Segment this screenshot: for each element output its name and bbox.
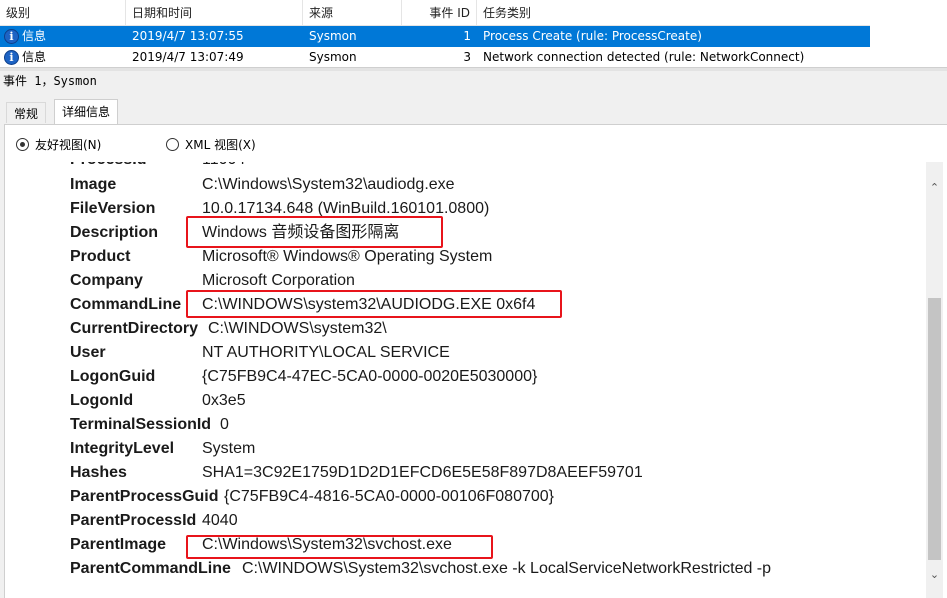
detail-key: LogonGuid — [70, 368, 156, 385]
event-level: 信息 — [22, 50, 47, 64]
event-level: 信息 — [22, 29, 47, 43]
detail-key: Company — [70, 272, 143, 289]
detail-value: NT AUTHORITY\LOCAL SERVICE — [202, 344, 450, 361]
friendly-view-radio[interactable] — [16, 138, 29, 151]
detail-value: System — [202, 440, 256, 457]
column-header-level[interactable]: 级别 — [0, 0, 126, 26]
detail-key: ParentProcessId — [70, 512, 197, 529]
detail-value: SHA1=3C92E1759D1D2D1EFCD6E5E58F897D8AEEF… — [202, 464, 643, 481]
detail-value: C:\WINDOWS\system32\AUDIODG.EXE 0x6f4 — [202, 296, 536, 313]
event-datetime: 2019/4/7 13:07:55 — [132, 29, 244, 43]
detail-key: FileVersion — [70, 200, 156, 217]
info-icon: i — [4, 29, 19, 44]
detail-key: User — [70, 344, 106, 361]
friendly-view-label: 友好视图(N) — [35, 138, 102, 152]
event-title: 事件 1，Sysmon — [3, 74, 97, 88]
detail-key: TerminalSessionId — [70, 416, 212, 433]
event-datetime: 2019/4/7 13:07:49 — [132, 50, 244, 64]
detail-value: Windows 音频设备图形隔离 — [202, 224, 400, 241]
detail-key: IntegrityLevel — [70, 440, 175, 457]
detail-key: ParentProcessGuid — [70, 488, 219, 505]
detail-key: ParentCommandLine — [70, 560, 231, 577]
column-header-source[interactable]: 来源 — [303, 0, 402, 26]
detail-value: {C75FB9C4-47EC-5CA0-0000-0020E5030000} — [202, 368, 538, 385]
detail-key: CurrentDirectory — [70, 320, 199, 337]
column-header-event-id[interactable]: 事件 ID — [402, 0, 477, 26]
event-source: Sysmon — [309, 50, 357, 64]
detail-key: Hashes — [70, 464, 127, 481]
event-id: 3 — [463, 50, 471, 64]
detail-key: LogonId — [70, 392, 134, 409]
detail-value: C:\Windows\System32\svchost.exe — [202, 536, 452, 553]
chevron-down-icon[interactable]: ⌄ — [926, 566, 943, 583]
detail-key: Product — [70, 248, 131, 265]
detail-key: Image — [70, 176, 117, 193]
event-row[interactable]: i 信息 2019/4/7 13:07:55 Sysmon 1 Process … — [0, 26, 870, 47]
list-empty-area — [870, 0, 947, 67]
column-header-task-category[interactable]: 任务类别 — [477, 0, 870, 26]
detail-scrollbar[interactable]: ⌃ ⌄ — [926, 162, 943, 598]
scrollbar-thumb[interactable] — [928, 298, 941, 560]
detail-value: C:\Windows\System32\audiodg.exe — [202, 176, 455, 193]
event-source: Sysmon — [309, 29, 357, 43]
detail-value: 0 — [220, 416, 229, 433]
pane-splitter[interactable] — [0, 67, 947, 71]
detail-value: C:\WINDOWS\System32\svchost.exe -k Local… — [242, 560, 772, 577]
detail-value: {C75FB9C4-4816-5CA0-0000-00106F080700} — [224, 488, 555, 505]
event-row[interactable]: i 信息 2019/4/7 13:07:49 Sysmon 3 Network … — [0, 47, 870, 68]
xml-view-radio[interactable] — [166, 138, 179, 151]
event-list-header: 级别 日期和时间 来源 事件 ID 任务类别 — [0, 0, 870, 26]
tab-details[interactable]: 详细信息 — [54, 99, 119, 124]
detail-key: ParentImage — [70, 536, 167, 553]
tab-general[interactable]: 常规 — [6, 102, 47, 123]
event-id: 1 — [463, 29, 471, 43]
detail-key: Description — [70, 224, 159, 241]
event-detail-view: ProcessId 11004 Image C:\Windows\System3… — [26, 162, 926, 598]
info-icon: i — [4, 50, 19, 65]
event-task-category: Network connection detected (rule: Netwo… — [483, 50, 805, 64]
event-list: 级别 日期和时间 来源 事件 ID 任务类别 i 信息 2019/4/7 13:… — [0, 0, 870, 67]
detail-key: CommandLine — [70, 296, 182, 313]
detail-value: C:\WINDOWS\system32\ — [208, 320, 387, 337]
detail-value: 0x3e5 — [202, 392, 246, 409]
detail-value: Microsoft Corporation — [202, 272, 355, 289]
column-header-datetime[interactable]: 日期和时间 — [126, 0, 303, 26]
detail-value: 4040 — [202, 512, 238, 529]
detail-value: 10.0.17134.648 (WinBuild.160101.0800) — [202, 200, 490, 217]
chevron-up-icon[interactable]: ⌃ — [926, 179, 943, 196]
event-task-category: Process Create (rule: ProcessCreate) — [483, 29, 702, 43]
detail-value: Microsoft® Windows® Operating System — [202, 248, 493, 265]
xml-view-label: XML 视图(X) — [185, 138, 256, 152]
